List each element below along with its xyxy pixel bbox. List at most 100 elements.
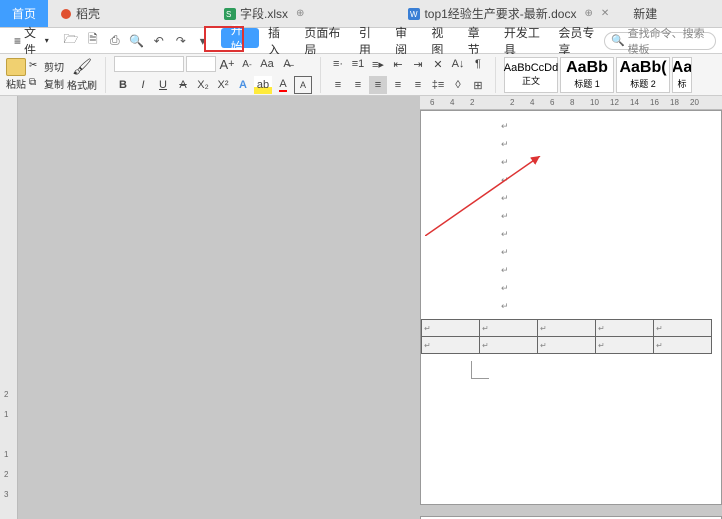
ribbon-tab-review[interactable]: 审阅 bbox=[386, 28, 422, 54]
bullet-list-button[interactable]: ≡· bbox=[329, 55, 347, 73]
underline-button[interactable]: U bbox=[154, 76, 172, 94]
number-list-button[interactable]: ≡1 bbox=[349, 55, 367, 73]
v-tick: 3 bbox=[4, 490, 8, 499]
show-marks-button[interactable]: ¶ bbox=[469, 55, 487, 73]
char-border-button[interactable]: A bbox=[294, 76, 312, 94]
h-tick: 8 bbox=[570, 98, 574, 107]
style-body[interactable]: AaBbCcDd 正文 bbox=[504, 57, 558, 93]
change-case-button[interactable]: Aa bbox=[258, 55, 276, 73]
cut-button[interactable]: ✂剪切 bbox=[29, 59, 64, 74]
horizontal-ruler[interactable]: 6 4 2 2 4 6 8 10 12 14 16 18 20 bbox=[420, 96, 722, 110]
increase-font-button[interactable]: A+ bbox=[218, 55, 236, 73]
ribbon-tab-chapter[interactable]: 章节 bbox=[459, 28, 495, 54]
separator bbox=[320, 57, 321, 93]
h-tick: 2 bbox=[470, 98, 474, 107]
tab-docx-close-icon[interactable]: ✕ bbox=[601, 8, 609, 19]
borders-button[interactable]: ⊞ bbox=[469, 76, 487, 94]
tab-xlsx-pin-icon[interactable]: ⊕ bbox=[296, 8, 304, 19]
copy-icon: ⧉ bbox=[29, 77, 41, 89]
table-row: ↵↵↵↵↵ bbox=[422, 320, 712, 337]
tab-xlsx[interactable]: S 字段.xlsx ⊕ bbox=[212, 0, 316, 27]
align-left-button[interactable]: ≡ bbox=[329, 76, 347, 94]
decrease-indent-button[interactable]: ⇤ bbox=[389, 55, 407, 73]
v-tick: 2 bbox=[4, 470, 8, 479]
sort-button[interactable]: A↓ bbox=[449, 55, 467, 73]
copy-button[interactable]: ⧉复制 bbox=[29, 76, 64, 91]
superscript-button[interactable]: X² bbox=[214, 76, 232, 94]
decrease-font-button[interactable]: A- bbox=[238, 55, 256, 73]
ribbon-tab-insert[interactable]: 插入 bbox=[259, 28, 295, 54]
qat-print-icon[interactable]: ⎙ bbox=[105, 31, 125, 51]
qat-undo-icon[interactable]: ↶ bbox=[149, 31, 169, 51]
document-table[interactable]: ↵↵↵↵↵ ↵↵↵↵↵ bbox=[421, 319, 712, 354]
ribbon-tab-member[interactable]: 会员专享 bbox=[549, 28, 604, 54]
tab-home-label: 首页 bbox=[12, 5, 36, 22]
ribbon-tab-ref[interactable]: 引用 bbox=[350, 28, 386, 54]
svg-text:S: S bbox=[226, 10, 231, 19]
vertical-ruler[interactable]: 2 1 1 2 3 bbox=[0, 96, 18, 519]
ribbon-tab-ref-label: 引用 bbox=[359, 24, 377, 58]
align-right-button[interactable]: ≡ bbox=[369, 76, 387, 94]
format-painter-button[interactable]: 🖌 格式刷 bbox=[67, 57, 97, 92]
v-tick: 1 bbox=[4, 450, 8, 459]
ribbon-tab-member-label: 会员专享 bbox=[558, 24, 595, 58]
ribbon-tab-start[interactable]: 开始 bbox=[221, 28, 259, 48]
ribbon-toolbar: 粘贴 ✂剪切 ⧉复制 🖌 格式刷 A+ A- Aa A̶ B I U A X₂ … bbox=[0, 54, 722, 96]
document-page-1[interactable]: ↵ ↵ ↵ ↵ ↵ ↵ ↵ ↵ ↵ ↵ ↵ ↵↵↵↵↵ ↵↵↵↵↵ bbox=[420, 110, 722, 505]
qat-preview-icon[interactable]: 🔍 bbox=[127, 31, 147, 51]
align-distribute-button[interactable]: ≡ bbox=[409, 76, 427, 94]
font-size-select[interactable] bbox=[186, 56, 216, 72]
ribbon-tab-devtools[interactable]: 开发工具 bbox=[495, 28, 550, 54]
bold-button[interactable]: B bbox=[114, 76, 132, 94]
style-h2[interactable]: AaBb( 标题 2 bbox=[616, 57, 670, 93]
file-menu-label: 文件 bbox=[24, 24, 42, 58]
para-mark: ↵ bbox=[501, 139, 509, 150]
table-row: ↵↵↵↵↵ bbox=[422, 337, 712, 354]
brush-icon: 🖌 bbox=[72, 57, 92, 77]
multilevel-list-button[interactable]: ≡▸ bbox=[369, 55, 387, 73]
align-center-button[interactable]: ≡ bbox=[349, 76, 367, 94]
qat-redo-icon[interactable]: ↷ bbox=[171, 31, 191, 51]
para-mark: ↵ bbox=[501, 193, 509, 204]
italic-button[interactable]: I bbox=[134, 76, 152, 94]
menubar: ≡ 文件 ▾ 🗁 🗎 ⎙ 🔍 ↶ ↷ ▾ 开始 插入 页面布局 引用 审阅 视图… bbox=[0, 28, 722, 54]
paste-button[interactable]: 粘贴 bbox=[6, 58, 26, 91]
paste-icon bbox=[6, 58, 26, 76]
text-effect-button[interactable]: A bbox=[234, 76, 252, 94]
paste-label: 粘贴 bbox=[6, 76, 26, 91]
qat-more-icon[interactable]: ▾ bbox=[193, 31, 213, 51]
qat-save-icon[interactable]: 🗎 bbox=[83, 31, 103, 51]
line-spacing-button[interactable]: ‡≡ bbox=[429, 76, 447, 94]
copy-label: 复制 bbox=[44, 76, 64, 91]
strike-button[interactable]: A bbox=[174, 76, 192, 94]
ribbon-tab-layout[interactable]: 页面布局 bbox=[295, 28, 350, 54]
font-color-button[interactable]: A bbox=[274, 76, 292, 94]
format-painter-label: 格式刷 bbox=[67, 77, 97, 92]
shading-button[interactable]: ◊ bbox=[449, 76, 467, 94]
align-justify-button[interactable]: ≡ bbox=[389, 76, 407, 94]
ribbon-tabs: 开始 插入 页面布局 引用 审阅 视图 章节 开发工具 会员专享 bbox=[221, 28, 604, 54]
search-box[interactable]: 🔍 查找命令、搜索模板 bbox=[604, 32, 716, 50]
tab-daoke[interactable]: 稻壳 bbox=[48, 0, 112, 27]
font-name-select[interactable] bbox=[114, 56, 184, 72]
subscript-button[interactable]: X₂ bbox=[194, 76, 212, 94]
style-h1-label: 标题 1 bbox=[574, 77, 600, 90]
h-tick: 4 bbox=[530, 98, 534, 107]
tab-docx-pin-icon[interactable]: ⊕ bbox=[584, 8, 592, 19]
separator bbox=[105, 57, 106, 93]
style-h3[interactable]: Aa 标 bbox=[672, 57, 692, 93]
clear-format-button[interactable]: A̶ bbox=[278, 55, 296, 73]
highlight-button[interactable]: ab bbox=[254, 76, 272, 94]
search-placeholder: 查找命令、搜索模板 bbox=[628, 25, 709, 57]
para-mark: ↵ bbox=[501, 283, 509, 294]
h-tick: 18 bbox=[670, 98, 679, 107]
style-h1[interactable]: AaBb 标题 1 bbox=[560, 57, 614, 93]
file-menu[interactable]: ≡ 文件 ▾ bbox=[6, 30, 57, 52]
ribbon-tab-view[interactable]: 视图 bbox=[422, 28, 458, 54]
h-tick: 14 bbox=[630, 98, 639, 107]
increase-indent-button[interactable]: ⇥ bbox=[409, 55, 427, 73]
style-h2-preview: AaBb( bbox=[619, 59, 666, 77]
tab-new[interactable]: 新建 bbox=[621, 0, 669, 27]
qat-open-icon[interactable]: 🗁 bbox=[61, 31, 81, 51]
text-tools-button[interactable]: ✕ bbox=[429, 55, 447, 73]
